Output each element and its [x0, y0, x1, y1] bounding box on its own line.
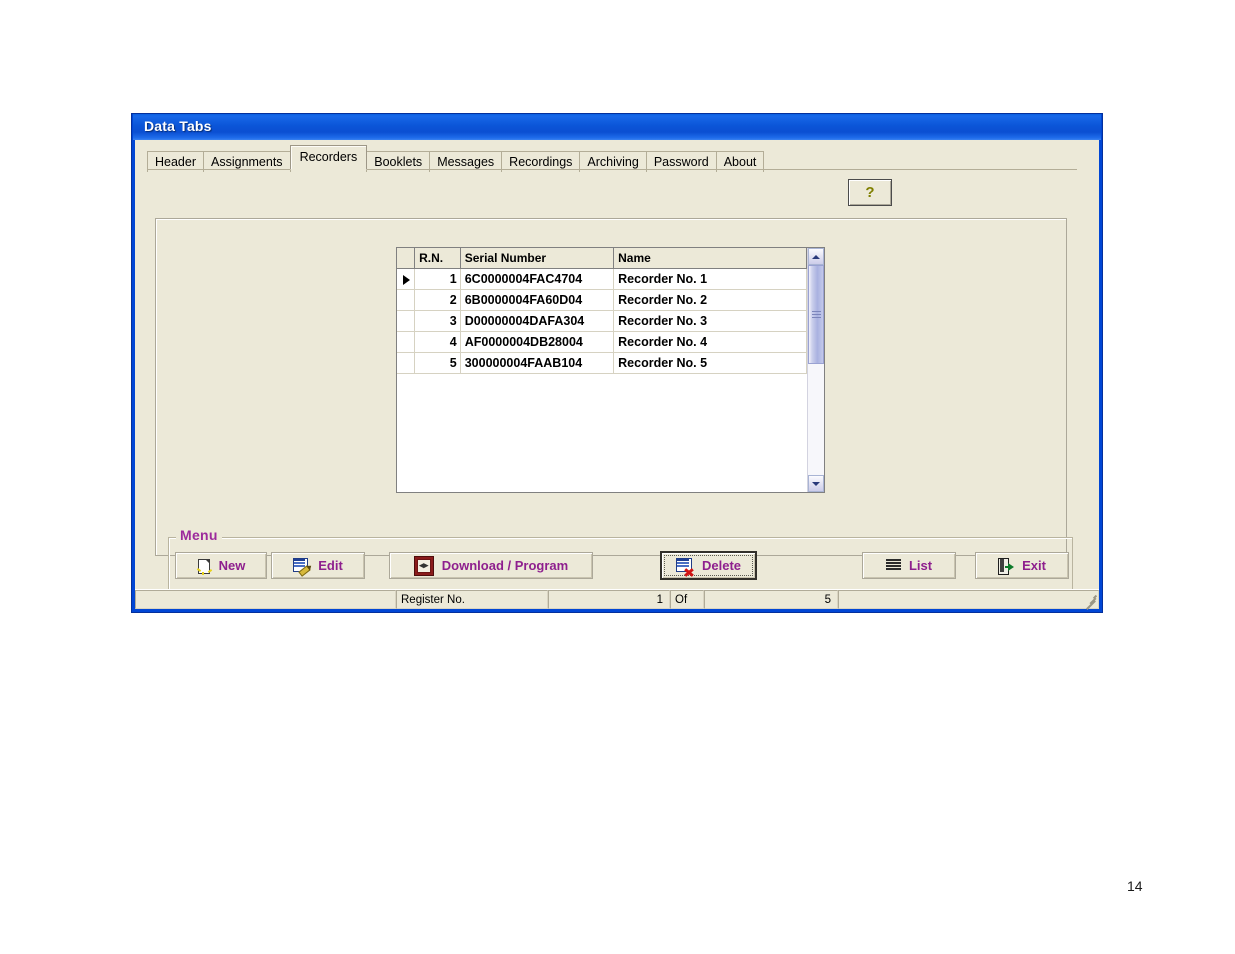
cell-serial: AF0000004DB28004: [460, 331, 615, 353]
cell-name: Recorder No. 5: [613, 352, 807, 374]
download-icon: ◂▸: [413, 555, 434, 576]
tab-strip-divider: [147, 169, 1077, 170]
edit-button[interactable]: Edit: [271, 552, 365, 579]
window-title: Data Tabs: [144, 118, 212, 134]
cell-name: Recorder No. 1: [613, 268, 807, 290]
list-button-label: List: [908, 558, 933, 573]
grid-body: R.N. Serial Number Name 1 6C0000004FAC47…: [397, 248, 807, 492]
window-title-bar: Data Tabs: [133, 114, 1101, 140]
cell-name: Recorder No. 2: [613, 289, 807, 311]
cell-name: Recorder No. 4: [613, 331, 807, 353]
cell-serial: D00000004DAFA304: [460, 310, 615, 332]
edit-grid-icon: [293, 558, 311, 577]
cell-rn: 1: [414, 268, 461, 290]
scroll-up-button[interactable]: [808, 248, 824, 265]
exit-door-icon: [998, 557, 1015, 575]
of-label: Of: [670, 590, 704, 609]
current-row-marker-icon: [402, 274, 410, 285]
menu-group-label: Menu: [176, 527, 222, 543]
status-pane-left: [135, 590, 396, 609]
data-tabs-window: Data Tabs Header Assignments Recorders B…: [131, 113, 1103, 613]
resize-grip-icon[interactable]: [1083, 593, 1098, 610]
download-program-button-label: Download / Program: [441, 558, 569, 573]
cell-serial: 300000004FAAB104: [460, 352, 615, 374]
table-row[interactable]: 4 AF0000004DB28004 Recorder No. 4: [397, 331, 807, 353]
grid-empty-area: [397, 374, 807, 492]
scrollbar-grip-icon: [811, 309, 821, 320]
new-page-icon: [196, 558, 212, 575]
window-client-area: Header Assignments Recorders Booklets Me…: [135, 140, 1099, 609]
new-button[interactable]: New: [175, 552, 267, 579]
status-bar: Register No. 1 Of 5: [135, 589, 1099, 610]
cell-serial: 6B0000004FA60D04: [460, 289, 615, 311]
cell-serial: 6C0000004FAC4704: [460, 268, 615, 290]
column-header-rn[interactable]: R.N.: [414, 248, 461, 269]
delete-button[interactable]: Delete: [660, 551, 757, 580]
tab-strip: Header Assignments Recorders Booklets Me…: [147, 145, 887, 172]
download-program-button[interactable]: ◂▸ Download / Program: [389, 552, 593, 579]
row-selector-current[interactable]: [397, 268, 416, 290]
grid-vertical-scrollbar[interactable]: [807, 248, 824, 492]
cell-rn: 5: [414, 352, 461, 374]
scroll-down-button[interactable]: [808, 475, 824, 492]
cell-rn: 3: [414, 310, 461, 332]
table-row[interactable]: 2 6B0000004FA60D04 Recorder No. 2: [397, 289, 807, 311]
edit-button-label: Edit: [318, 558, 343, 573]
cell-name: Recorder No. 3: [613, 310, 807, 332]
column-header-name[interactable]: Name: [613, 248, 807, 269]
status-pane-right: [838, 590, 1099, 610]
cell-rn: 4: [414, 331, 461, 353]
delete-button-label: Delete: [701, 558, 742, 573]
row-selector[interactable]: [397, 289, 416, 311]
recorders-table: R.N. Serial Number Name 1 6C0000004FAC47…: [397, 248, 807, 374]
tab-recorders[interactable]: Recorders: [289, 145, 368, 170]
row-selector[interactable]: [397, 352, 416, 374]
column-header-serial[interactable]: Serial Number: [460, 248, 615, 269]
exit-button-label: Exit: [1022, 558, 1046, 573]
register-total-value: 5: [704, 590, 838, 609]
delete-row-icon: [675, 558, 694, 577]
scrollbar-track[interactable]: [808, 265, 824, 475]
new-button-label: New: [218, 558, 246, 573]
register-no-label: Register No.: [396, 590, 548, 609]
exit-button[interactable]: Exit: [975, 552, 1069, 579]
question-mark-icon: ?: [865, 184, 875, 201]
table-row[interactable]: 1 6C0000004FAC4704 Recorder No. 1: [397, 268, 807, 290]
scrollbar-thumb[interactable]: [808, 265, 824, 364]
table-header-row: R.N. Serial Number Name: [397, 248, 807, 269]
recorders-grid[interactable]: R.N. Serial Number Name 1 6C0000004FAC47…: [396, 247, 825, 493]
column-header-selector: [397, 248, 416, 269]
table-row[interactable]: 5 300000004FAAB104 Recorder No. 5: [397, 352, 807, 374]
register-no-value: 1: [548, 590, 670, 609]
row-selector[interactable]: [397, 310, 416, 332]
page-number: 14: [1127, 878, 1143, 894]
list-button[interactable]: List: [862, 552, 956, 579]
help-button[interactable]: ?: [848, 179, 892, 206]
list-lines-icon: [885, 559, 901, 572]
cell-rn: 2: [414, 289, 461, 311]
row-selector[interactable]: [397, 331, 416, 353]
chevron-down-icon: [812, 481, 820, 486]
table-row[interactable]: 3 D00000004DAFA304 Recorder No. 3: [397, 310, 807, 332]
chevron-up-icon: [812, 254, 820, 259]
